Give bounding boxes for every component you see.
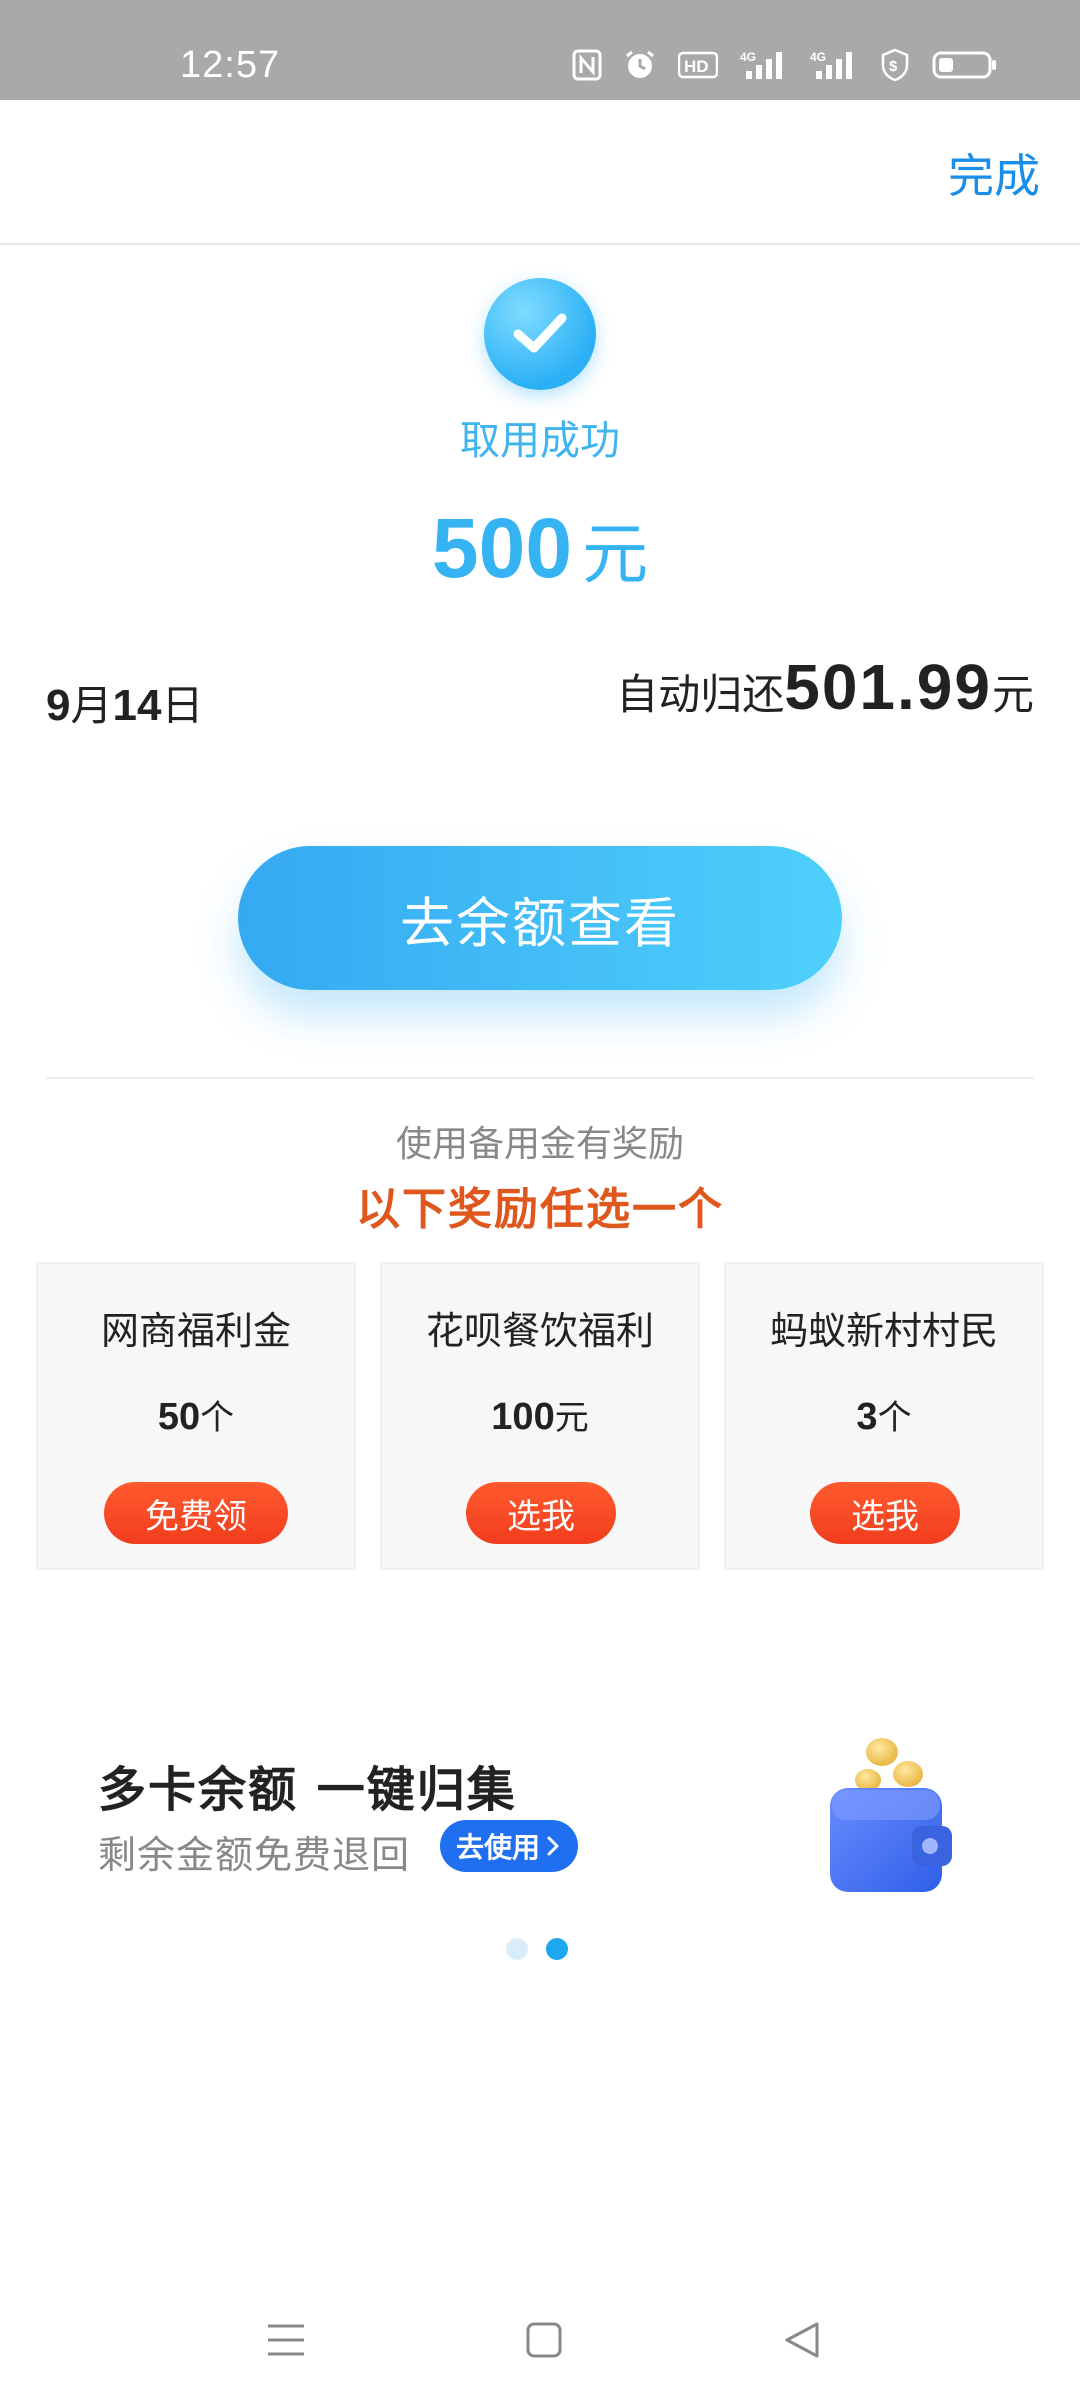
success-check-icon [484,278,596,390]
divider [46,1077,1034,1079]
carousel-indicator [506,1938,568,1960]
done-button[interactable]: 完成 [948,140,1040,206]
success-status-text: 取用成功 [460,418,620,464]
reward-card-title: 蚂蚁新村村民 [769,1309,998,1353]
reward-card-title: 网商福利金 [100,1309,291,1353]
auto-repay-unit: 元 [991,670,1034,719]
signal-4g-icon: 4G [810,50,852,79]
reward-card-value: 50个 [157,1396,235,1438]
carousel-dot-active[interactable] [546,1938,568,1960]
select-me-button[interactable]: 选我 [466,1482,616,1544]
promo-title: 多卡余额 一键归集 [98,1762,517,1818]
status-time: 12:57 [180,44,281,86]
menu-icon [268,2324,304,2356]
status-bar: 12:57 HD 4G 4G $ [0,0,1080,100]
auto-repay-amount: 自动归还501.99元 [616,650,1034,724]
reward-card-mybank[interactable]: 网商福利金 50个 免费领 [36,1262,356,1570]
claim-free-button[interactable]: 免费领 [104,1482,288,1544]
battery-icon [932,51,996,79]
promo-subtitle: 剩余金额免费退回 [98,1833,411,1877]
back-triangle-icon [785,2322,819,2358]
svg-text:HD: HD [684,57,709,76]
promo-use-button[interactable]: 去使用 [440,1820,579,1872]
hd-voice-icon: HD [678,51,718,79]
repay-row: 9月14日 自动归还501.99元 [46,650,1034,740]
back-nav-button[interactable] [772,2310,832,2370]
reward-card-huabei[interactable]: 花呗餐饮福利 100元 选我 [380,1262,700,1570]
auto-repay-label: 自动归还 [616,670,785,719]
select-me-button[interactable]: 选我 [810,1482,960,1544]
system-nav-bar [0,2290,1080,2380]
amount-number: 500 [431,501,573,595]
nfc-icon [572,49,602,81]
auto-repay-value: 501.99 [784,651,992,723]
chevron-right-icon [547,1836,559,1856]
carousel-dot[interactable] [506,1938,528,1960]
reward-subtitle: 使用备用金有奖励 [395,1124,684,1165]
reward-title: 以下奖励任选一个 [356,1184,724,1235]
home-square-icon [526,2322,562,2358]
signal-4g-icon: 4G [740,50,782,79]
alarm-icon [626,50,654,78]
svg-text:4G: 4G [740,50,756,64]
status-icons: HD 4G 4G $ [572,48,998,82]
svg-text:4G: 4G [810,50,826,64]
reward-card-title: 花呗餐饮福利 [425,1309,654,1353]
reward-card-ant-village[interactable]: 蚂蚁新村村民 3个 选我 [724,1262,1044,1570]
payment-shield-icon: $ [881,48,909,82]
menu-nav-button[interactable] [256,2310,316,2370]
promo-banner[interactable]: 多卡余额 一键归集 剩余金额免费退回 去使用 [0,1700,1080,1920]
wallet-icon [830,1738,952,1892]
header: 完成 [0,100,1080,245]
svg-text:$: $ [889,58,898,75]
reward-card-value: 100元 [491,1396,589,1438]
withdraw-amount: 500 元 [0,500,1080,597]
reward-cards: 网商福利金 50个 免费领 花呗餐饮福利 100元 选我 蚂蚁新村村民 3个 选… [36,1262,1044,1570]
reward-card-value: 3个 [856,1396,912,1438]
repay-date: 9月14日 [46,681,204,730]
home-nav-button[interactable] [514,2310,574,2370]
view-balance-button[interactable]: 去余额查看 [238,846,842,990]
amount-unit: 元 [582,516,649,593]
